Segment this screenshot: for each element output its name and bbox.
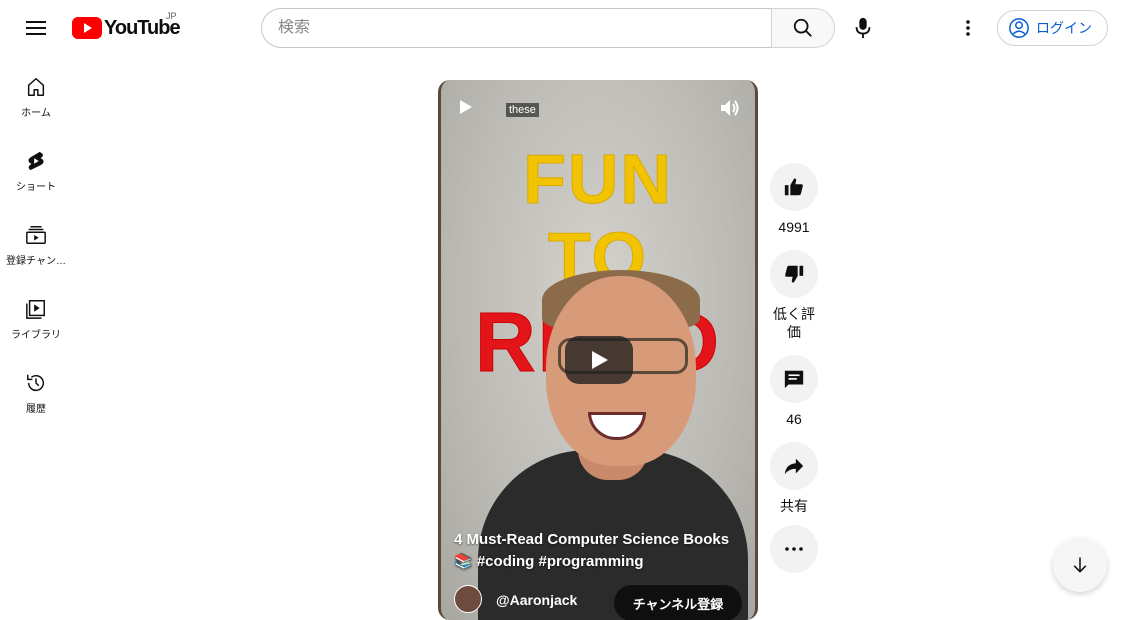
share-label: 共有 xyxy=(780,498,808,514)
play-pause-button[interactable] xyxy=(458,98,474,121)
more-actions-button[interactable] xyxy=(770,525,818,573)
thumbs-down-icon xyxy=(785,265,804,283)
search-box xyxy=(261,8,772,48)
channel-name[interactable]: @Aaronjack xyxy=(496,592,577,608)
share-arrow-icon xyxy=(784,458,804,475)
video-caption: these xyxy=(506,103,539,117)
account-circle-icon xyxy=(1009,18,1029,38)
comment-icon xyxy=(784,370,804,389)
overlay-text-fun: FUN xyxy=(523,140,673,218)
country-code: JP xyxy=(166,11,177,21)
hamburger-menu-icon xyxy=(26,21,46,35)
search-icon xyxy=(793,18,812,37)
settings-more-button[interactable] xyxy=(948,8,988,48)
channel-avatar[interactable] xyxy=(454,585,482,613)
shorts-icon xyxy=(28,151,44,171)
more-action xyxy=(769,525,819,573)
search-input[interactable] xyxy=(278,19,772,37)
sidebar-item-label: 履歴 xyxy=(26,404,46,415)
arrow-down-icon xyxy=(1073,557,1087,573)
sidebar-item-home[interactable]: ホーム xyxy=(0,56,72,130)
more-vertical-icon xyxy=(966,20,970,36)
sidebar-item-label: ホーム xyxy=(21,108,51,119)
sidebar-item-label: 登録チャン… xyxy=(6,256,66,267)
subscribe-button[interactable]: チャンネル登録 xyxy=(614,585,742,620)
library-icon xyxy=(26,300,45,319)
voice-search-button[interactable] xyxy=(843,8,883,48)
login-label: ログイン xyxy=(1036,20,1092,36)
video-title[interactable]: 4 Must-Read Computer Science Books 📚 #co… xyxy=(454,529,744,573)
sidebar-item-history[interactable]: 履歴 xyxy=(0,352,72,426)
guide-menu-button[interactable] xyxy=(16,8,56,48)
masthead: YouTube JP ログイン xyxy=(0,0,1124,56)
sidebar-item-subscriptions[interactable]: 登録チャン… xyxy=(0,204,72,278)
share-action: 共有 xyxy=(769,442,819,515)
like-action: 4991 xyxy=(769,163,819,236)
like-count: 4991 xyxy=(778,219,810,235)
dislike-action: 低く評価 xyxy=(769,250,819,341)
history-icon xyxy=(27,374,44,392)
sidebar-item-shorts[interactable]: ショート xyxy=(0,130,72,204)
youtube-play-logo-icon xyxy=(72,17,102,39)
comment-count: 46 xyxy=(786,411,802,427)
next-video-button[interactable] xyxy=(1053,538,1107,592)
comments-action: 46 xyxy=(769,355,819,428)
search-button[interactable] xyxy=(771,8,835,48)
dislike-label: 低く評価 xyxy=(773,306,815,340)
sidebar-item-label: ショート xyxy=(16,182,56,193)
sidebar-item-library[interactable]: ライブラリ xyxy=(0,278,72,352)
share-button[interactable] xyxy=(770,442,818,490)
shorts-actions: 4991 低く評価 46 共有 xyxy=(769,163,819,573)
subscriptions-icon xyxy=(26,226,46,244)
more-horizontal-icon xyxy=(785,547,803,551)
like-button[interactable] xyxy=(770,163,818,211)
comments-button[interactable] xyxy=(770,355,818,403)
volume-button[interactable] xyxy=(718,96,742,125)
shorts-video-player[interactable]: FUN TO READ these 4 Must-Read Computer S… xyxy=(438,80,758,620)
thumbs-up-icon xyxy=(784,178,803,196)
large-play-button[interactable] xyxy=(565,336,633,384)
volume-icon xyxy=(721,100,739,116)
microphone-icon xyxy=(855,17,871,39)
sidebar-item-label: ライブラリ xyxy=(11,330,61,341)
mini-guide: ホーム ショート 登録チャン… ライブラリ 履歴 xyxy=(0,56,72,426)
home-icon xyxy=(27,78,45,96)
play-icon xyxy=(460,100,472,114)
youtube-logo[interactable]: YouTube JP xyxy=(72,11,181,42)
play-icon xyxy=(592,351,608,369)
dislike-button[interactable] xyxy=(770,250,818,298)
login-button[interactable]: ログイン xyxy=(997,10,1108,46)
